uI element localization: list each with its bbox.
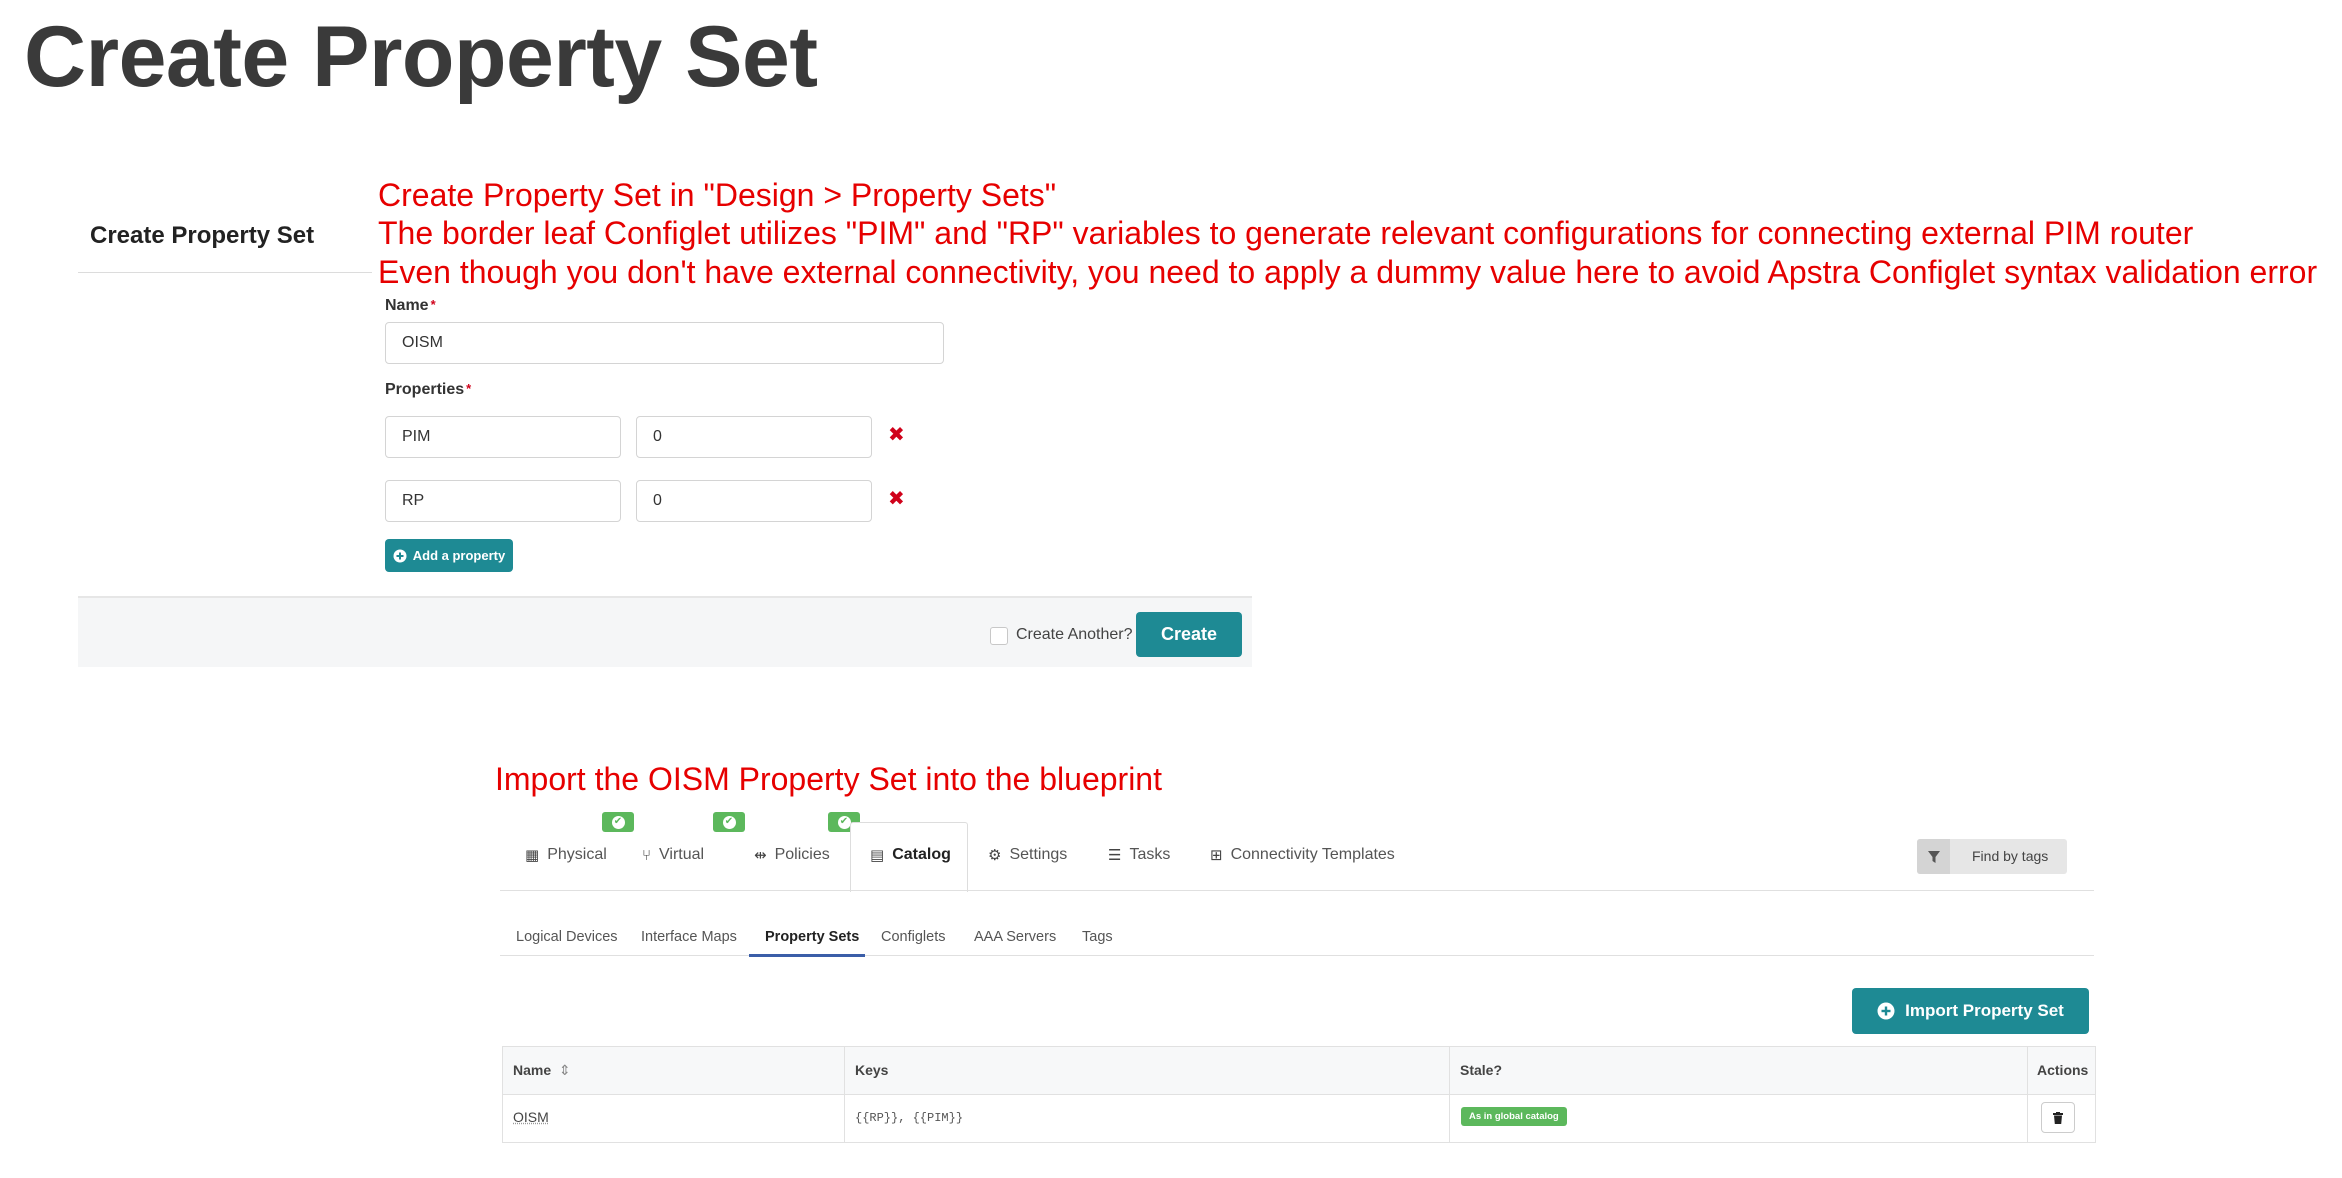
tab-virtual-label: Virtual [659, 846, 705, 863]
name-label: Name * [385, 297, 436, 315]
subtab-interface-maps[interactable]: Interface Maps [641, 929, 737, 945]
property-value-input[interactable]: 0 [636, 480, 872, 522]
find-by-tags-label: Find by tags [1972, 848, 2049, 864]
sitemap-icon: ⊞ [1210, 847, 1223, 864]
tab-tasks[interactable]: ☰ Tasks [1108, 846, 1170, 864]
import-property-set-label: Import Property Set [1905, 1001, 2064, 1020]
row-name-link[interactable]: OISM [513, 1109, 549, 1125]
subtab-logical-devices[interactable]: Logical Devices [516, 929, 618, 945]
name-input-value: OISM [402, 334, 443, 351]
subtab-active-underline [749, 954, 865, 957]
property-value-input[interactable]: 0 [636, 416, 872, 458]
column-header-name[interactable]: Name ⇕ [513, 1062, 571, 1079]
name-label-text: Name [385, 297, 429, 314]
funnel-shape [1927, 850, 1940, 863]
properties-label: Properties * [385, 381, 471, 399]
find-by-tags-button[interactable]: Find by tags [1917, 839, 2067, 874]
name-input[interactable]: OISM [385, 322, 944, 364]
subtabs-divider [500, 955, 2094, 956]
sort-icon[interactable]: ⇕ [559, 1062, 571, 1078]
tab-tasks-label: Tasks [1129, 846, 1171, 863]
tab-virtual[interactable]: ⑂ Virtual [642, 846, 704, 864]
tab-connectivity-templates[interactable]: ⊞ Connectivity Templates [1210, 846, 1395, 864]
check-icon: ✔ [611, 815, 625, 829]
property-key-input[interactable]: PIM [385, 416, 621, 458]
property-key-input[interactable]: RP [385, 480, 621, 522]
property-value-value: 0 [653, 492, 662, 509]
list-alt-icon: ▤ [870, 847, 885, 864]
trash-icon [2053, 1111, 2063, 1124]
slide-title: Create Property Set [24, 9, 818, 105]
delete-button[interactable] [2041, 1102, 2075, 1133]
check-icon: ✔ [722, 815, 736, 829]
subtab-configlets[interactable]: Configlets [881, 929, 945, 945]
create-button[interactable]: Create [1136, 612, 1242, 657]
tab-policies[interactable]: ⇹ Policies [754, 846, 830, 864]
column-header-keys: Keys [855, 1062, 889, 1078]
tab-physical-label: Physical [547, 846, 607, 863]
property-key-value: RP [402, 492, 425, 509]
create-another-label: Create Another? [1016, 626, 1133, 643]
stale-status-badge: As in global catalog [1461, 1107, 1567, 1126]
create-another-checkbox[interactable] [990, 627, 1008, 645]
import-property-set-button[interactable]: Import Property Set [1852, 988, 2089, 1034]
signpost-icon: ⇹ [754, 847, 767, 864]
check-icon: ✔ [837, 815, 851, 829]
properties-label-text: Properties [385, 381, 465, 398]
annotation-line-3: Even though you don't have external conn… [378, 254, 2318, 290]
remove-property-icon[interactable]: ✖ [888, 489, 905, 509]
required-mark: * [466, 381, 472, 396]
subtab-property-sets[interactable]: Property Sets [765, 929, 859, 945]
column-header-actions: Actions [2037, 1062, 2089, 1078]
tab-connectivity-templates-label: Connectivity Templates [1230, 846, 1395, 863]
remove-property-icon[interactable]: ✖ [888, 425, 905, 445]
add-property-button[interactable]: Add a property [385, 539, 513, 572]
gears-icon: ⚙ [988, 847, 1002, 864]
tasks-icon: ☰ [1108, 847, 1122, 864]
property-key-value: PIM [402, 428, 431, 445]
annotation-import-note: Import the OISM Property Set into the bl… [495, 761, 1162, 797]
create-button-label: Create [1160, 624, 1218, 644]
tab-catalog-label: Catalog [892, 846, 951, 863]
branch-icon: ⑂ [642, 846, 652, 864]
table-row: OISM {{RP}}, {{PIM}} As in global catalo… [503, 1094, 2095, 1142]
tab-policies-label: Policies [774, 846, 830, 863]
form-heading: Create Property Set [90, 222, 315, 249]
required-mark: * [430, 297, 436, 312]
form-heading-divider [78, 272, 372, 273]
subtab-aaa-servers[interactable]: AAA Servers [974, 929, 1056, 945]
subtab-tags[interactable]: Tags [1082, 929, 1113, 945]
add-property-label: Add a property [412, 548, 506, 563]
property-sets-table: Name ⇕ Keys Stale? Actions OISM {{RP}}, … [502, 1046, 2096, 1143]
row-keys: {{RP}}, {{PIM}} [855, 1111, 964, 1125]
column-header-stale: Stale? [1460, 1062, 1503, 1078]
property-value-value: 0 [653, 428, 662, 445]
annotation-line-1: Create Property Set in "Design > Propert… [378, 177, 1057, 213]
annotation-line-2: The border leaf Configlet utilizes "PIM"… [378, 215, 2194, 251]
table-header-row [503, 1047, 2095, 1095]
column-header-name-label: Name [513, 1062, 552, 1078]
plus-circle-icon [393, 549, 407, 562]
status-badge-physical: ✔ [602, 812, 634, 832]
tab-settings[interactable]: ⚙ Settings [988, 846, 1067, 864]
tab-physical[interactable]: ▦ Physical [525, 846, 607, 864]
building-icon: ▦ [525, 847, 540, 864]
filter-icon [1917, 839, 1950, 874]
tabs-divider [500, 890, 2094, 891]
row-stale: As in global catalog [1461, 1106, 1567, 1126]
tab-settings-label: Settings [1009, 846, 1068, 863]
tab-catalog[interactable]: ▤ Catalog [870, 846, 951, 864]
status-badge-virtual: ✔ [713, 812, 745, 832]
plus-circle-icon [1877, 1002, 1895, 1020]
